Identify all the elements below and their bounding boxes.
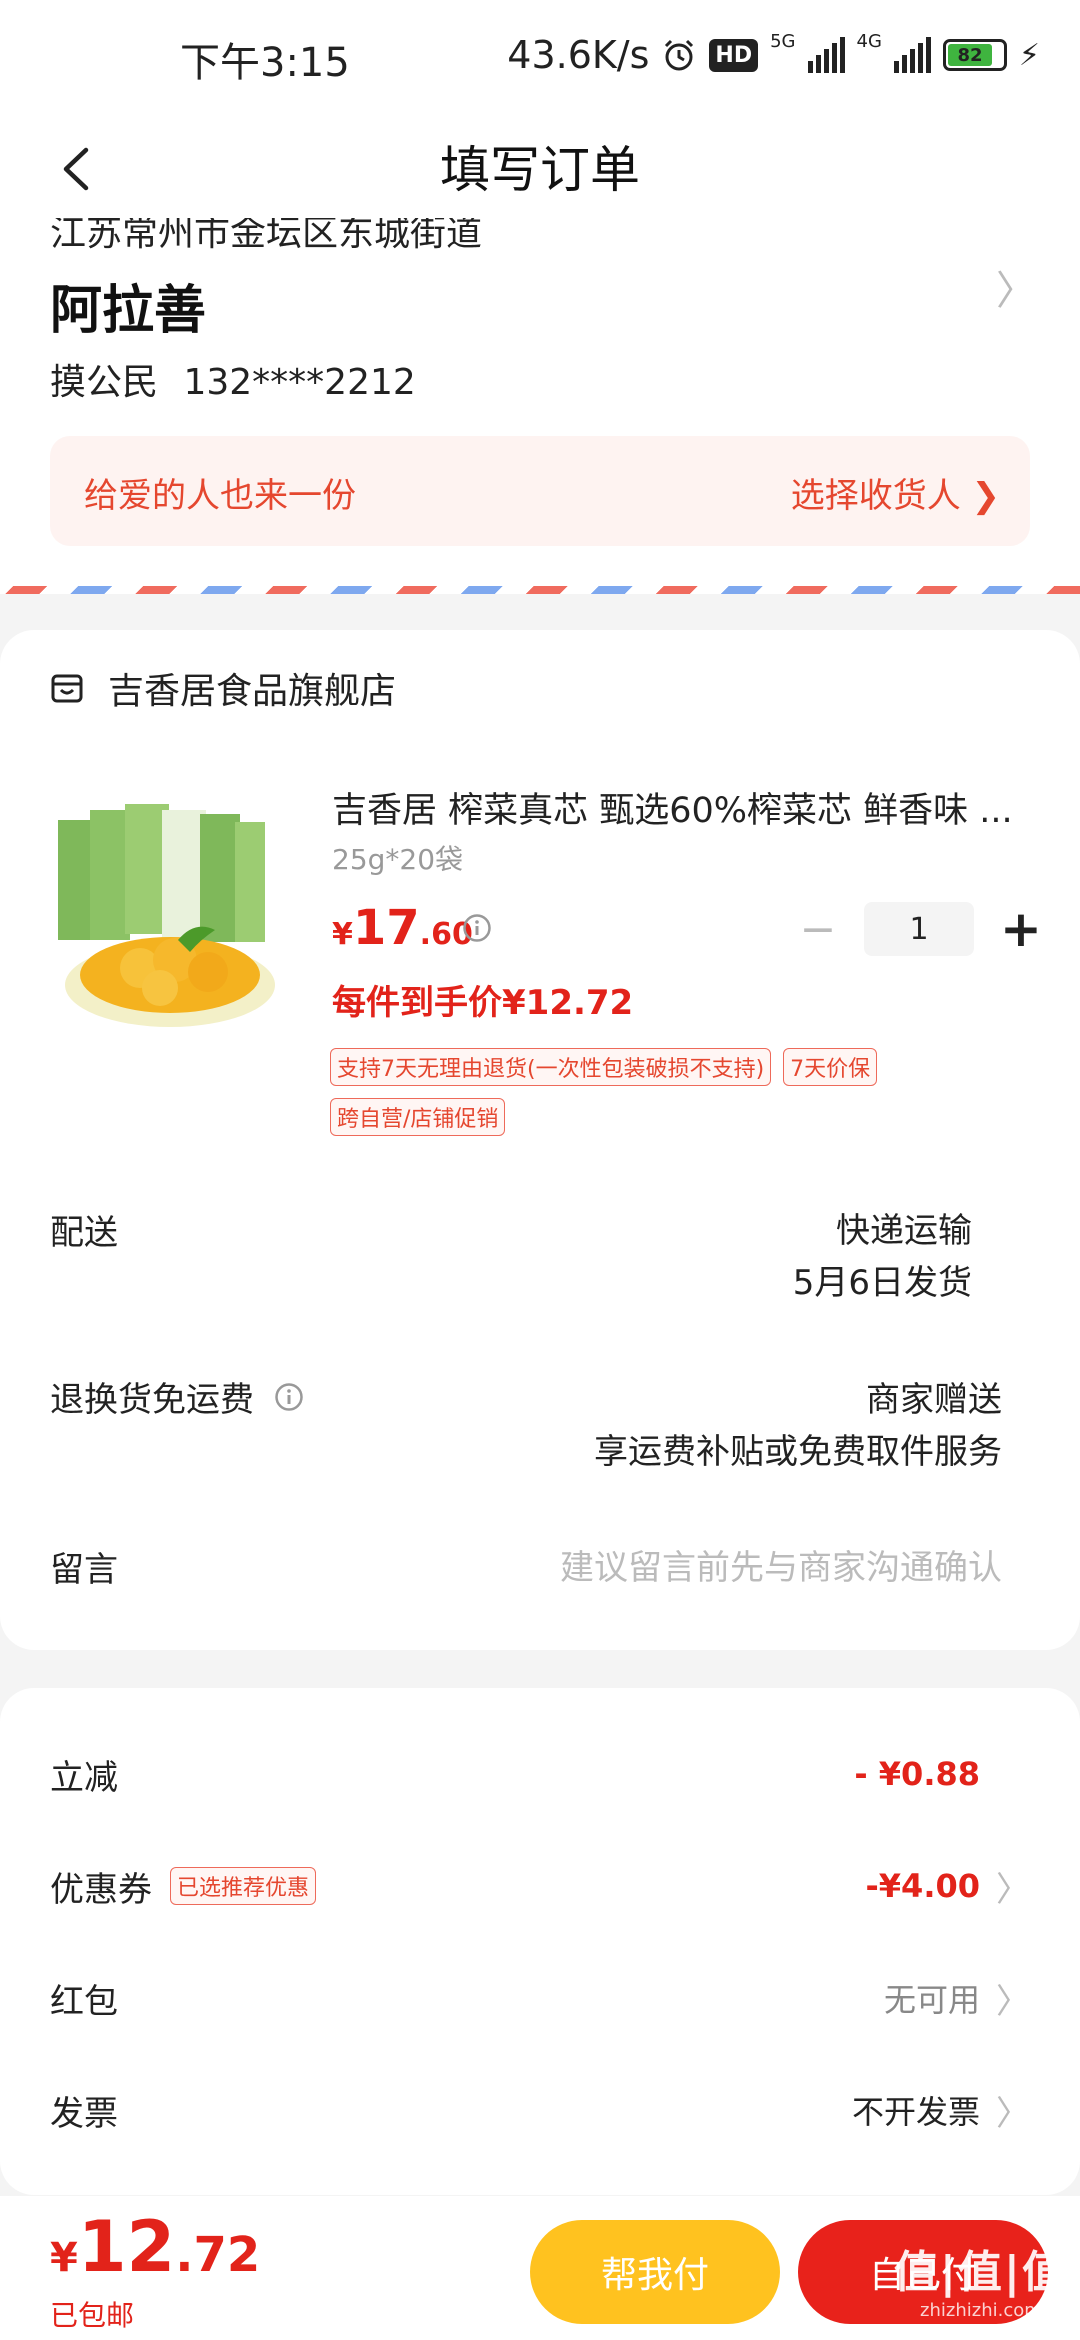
service-tags: 支持7天无理由退货(一次性包装破损不支持) 7天价保 跨自营/店铺促销 (330, 1048, 1030, 1136)
status-indicators: 43.6K/s HD 5G 4G 82 ⚡ (507, 30, 1040, 80)
product-image[interactable] (50, 790, 290, 1030)
net-5g-label: 5G (770, 30, 796, 52)
return-shipping-value: 商家赠送 (866, 1380, 1002, 1420)
chevron-right-icon: 〉 (996, 2093, 1030, 2134)
net-4g-label: 4G (856, 30, 882, 52)
coupon-badge: 已选推荐优惠 (170, 1867, 317, 1905)
delivery-method: 快递运输 (836, 1211, 972, 1251)
quantity-value[interactable]: 1 (864, 902, 974, 956)
address-contact: 摸公民 132****2212 (50, 353, 416, 405)
unit-price: 每件到手价¥12.72 (332, 983, 634, 1023)
status-bar: 下午3:15 43.6K/s HD 5G 4G 82 ⚡ (0, 0, 1080, 118)
info-icon[interactable] (462, 913, 492, 943)
coupon-label: 优惠券 (50, 1869, 152, 1910)
select-receiver-link[interactable]: 选择收货人 ❯ (791, 468, 1000, 517)
network-speed: 43.6K/s (507, 33, 650, 77)
nav-bar: 填写订单 (0, 118, 1080, 218)
contact-phone: 132****2212 (183, 362, 416, 403)
total-symbol: ¥ (50, 2235, 78, 2281)
return-shipping-text: 退换货免运费 (50, 1380, 254, 1420)
increase-button[interactable]: + (1000, 900, 1042, 958)
signal-icon (807, 37, 845, 73)
product-spec: 25g*20袋 (332, 843, 464, 876)
store-card: 吉香居食品旗舰店 吉香居 榨菜真芯 甄选60%榨菜芯 鲜香味 ... 25g*2… (0, 630, 1080, 1650)
tag-promotion: 跨自营/店铺促销 (330, 1098, 506, 1136)
discount-card: 立减 - ¥0.88 优惠券 已选推荐优惠 -¥4.00 〉 红包 无可用 〉 … (0, 1688, 1080, 2195)
watermark-text: zhizhizhi.com (920, 2300, 1042, 2321)
invoice-label: 发票 (50, 2093, 118, 2134)
info-icon[interactable] (274, 1382, 304, 1412)
message-label: 留言 (50, 1550, 118, 1590)
gift-banner[interactable]: 给爱的人也来一份 选择收货人 ❯ (50, 436, 1030, 546)
invoice-row[interactable]: 发票 不开发票 〉 (50, 2080, 1030, 2140)
red-packet-row[interactable]: 红包 无可用 〉 (50, 1968, 1030, 2028)
invoice-value: 不开发票 (851, 2093, 980, 2131)
status-time: 下午3:15 (180, 40, 350, 86)
airmail-divider (0, 586, 1080, 594)
store-icon (51, 674, 83, 703)
hd-badge: HD (709, 38, 759, 72)
battery-level: 82 (947, 44, 993, 66)
coupon-row[interactable]: 优惠券 已选推荐优惠 -¥4.00 〉 (50, 1856, 1030, 1916)
chevron-right-icon: 〉 (996, 1981, 1030, 2022)
total-integer: 12 (77, 2206, 176, 2288)
instant-discount-row: 立减 - ¥0.88 (50, 1744, 1030, 1804)
help-pay-button[interactable]: 帮我付 (530, 2220, 780, 2324)
coupon-value: -¥4.00 (865, 1867, 981, 1905)
quantity-stepper: − 1 + (798, 900, 1042, 958)
return-shipping-detail: 享运费补贴或免费取件服务 (594, 1432, 1002, 1472)
charging-icon: ⚡ (1018, 37, 1040, 73)
watermark: 值|值|值 zhizhizhi.com (894, 2236, 1068, 2321)
delivery-date: 5月6日发货 (792, 1263, 972, 1303)
battery-icon: 82 (942, 39, 1007, 71)
gift-text: 给爱的人也来一份 (84, 476, 356, 516)
tag-price-protect: 7天价保 (783, 1048, 878, 1086)
total-decimal: .72 (175, 2227, 261, 2283)
instant-discount-value: - ¥0.88 (854, 1755, 980, 1793)
address-line: 江苏常州市金坛区东城街道 (50, 218, 483, 254)
product-price: ¥ 17 .60 (332, 900, 473, 956)
tag-return: 支持7天无理由退货(一次性包装破损不支持) (330, 1048, 772, 1086)
red-packet-value: 无可用 (883, 1981, 980, 2019)
total-price: ¥ 12 .72 (50, 2206, 260, 2288)
return-shipping-info: 商家赠送 享运费补贴或免费取件服务 (594, 1374, 1002, 1478)
store-header[interactable]: 吉香居食品旗舰店 (50, 662, 396, 714)
chevron-right-icon: 〉 (996, 1869, 1030, 1910)
alarm-icon (665, 39, 694, 71)
instant-discount-label: 立减 (50, 1757, 118, 1798)
product-title[interactable]: 吉香居 榨菜真芯 甄选60%榨菜芯 鲜香味 ... (332, 782, 1032, 833)
red-packet-label: 红包 (50, 1981, 118, 2022)
free-shipping-note: 已包邮 (50, 2299, 135, 2332)
watermark-logo: 值|值|值 (893, 2247, 1068, 2298)
price-integer: 17 (352, 900, 420, 956)
price-symbol: ¥ (332, 917, 353, 952)
contact-name: 摸公民 (50, 362, 159, 403)
message-input[interactable]: 建议留言前先与商家沟通确认 (560, 1540, 1002, 1589)
delivery-label: 配送 (50, 1213, 118, 1253)
chevron-right-icon[interactable]: 〉 (996, 258, 1036, 316)
page-title: 填写订单 (440, 141, 640, 199)
address-name: 阿拉善 (50, 281, 207, 341)
address-card[interactable]: 江苏常州市金坛区东城街道 阿拉善 摸公民 132****2212 〉 给爱的人也… (0, 218, 1080, 590)
return-shipping-label: 退换货免运费 (50, 1372, 304, 1421)
signal-icon (893, 37, 931, 73)
decrease-button[interactable]: − (798, 904, 838, 955)
delivery-info[interactable]: 快递运输 5月6日发货 (793, 1205, 972, 1309)
store-name: 吉香居食品旗舰店 (108, 671, 397, 712)
